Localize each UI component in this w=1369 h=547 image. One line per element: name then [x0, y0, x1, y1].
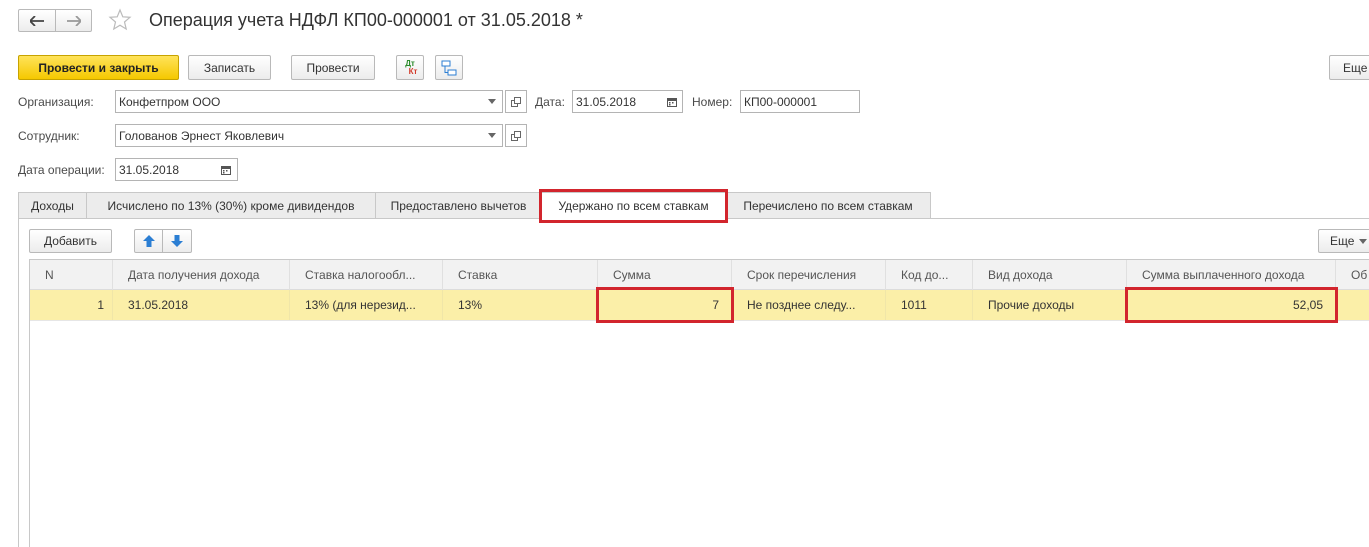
- cell-deadline: Не позднее следу...: [732, 290, 886, 320]
- column-header-deadline[interactable]: Срок перечисления: [732, 260, 886, 290]
- organization-dropdown-button[interactable]: [481, 90, 503, 113]
- more-button[interactable]: Еще: [1329, 55, 1369, 80]
- arrow-down-icon: [171, 235, 183, 247]
- employee-label: Сотрудник:: [18, 129, 80, 143]
- arrow-up-icon: [142, 235, 155, 247]
- date-label: Дата:: [535, 95, 565, 109]
- kt-icon-label: Кт: [408, 66, 418, 76]
- structure-button[interactable]: [435, 55, 463, 80]
- post-and-close-button[interactable]: Провести и закрыть: [18, 55, 179, 80]
- table-more-label: Еще: [1330, 234, 1355, 248]
- cell-n: 1: [30, 290, 113, 320]
- operation-date-label: Дата операции:: [18, 163, 105, 177]
- organization-label: Организация:: [18, 95, 94, 109]
- column-header-rate[interactable]: Ставка: [443, 260, 598, 290]
- more-button-label: Еще: [1343, 60, 1368, 75]
- move-down-button[interactable]: [162, 229, 192, 253]
- cell-tax-rate-type: 13% (для нерезид...: [290, 290, 443, 320]
- operation-date-value: 31.05.2018: [119, 162, 180, 177]
- open-form-icon: [511, 96, 521, 107]
- tab-deductions[interactable]: Предоставлено вычетов: [375, 192, 542, 218]
- tab-transferred[interactable]: Перечислено по всем ставкам: [725, 192, 931, 218]
- employee-dropdown-button[interactable]: [481, 124, 503, 147]
- save-button[interactable]: Записать: [188, 55, 271, 80]
- column-header-income-type[interactable]: Вид дохода: [973, 260, 1127, 290]
- forward-button[interactable]: [55, 9, 92, 32]
- organization-field[interactable]: Конфетпром ООО: [115, 90, 482, 113]
- add-button[interactable]: Добавить: [29, 229, 112, 253]
- column-header-income-date[interactable]: Дата получения дохода: [113, 260, 290, 290]
- operation-date-field[interactable]: 31.05.2018: [115, 158, 216, 181]
- organization-value: Конфетпром ООО: [119, 94, 221, 109]
- employee-field[interactable]: Голованов Эрнест Яковлевич: [115, 124, 482, 147]
- date-value: 31.05.2018: [576, 94, 637, 109]
- number-value: КП00-000001: [744, 94, 818, 109]
- post-button[interactable]: Провести: [291, 55, 375, 80]
- back-button[interactable]: [18, 9, 56, 32]
- column-header-sum[interactable]: Сумма: [598, 260, 732, 290]
- move-up-button[interactable]: [134, 229, 163, 253]
- tab-withheld[interactable]: Удержано по всем ставкам: [541, 192, 726, 219]
- page-title: Операция учета НДФЛ КП00-000001 от 31.05…: [149, 10, 583, 30]
- calendar-icon: [221, 165, 231, 175]
- chevron-down-icon: [487, 99, 496, 104]
- employee-value: Голованов Эрнест Яковлевич: [119, 128, 285, 143]
- cell-rate: 13%: [443, 290, 598, 320]
- operation-date-calendar-button[interactable]: [215, 158, 238, 181]
- cell-income-type: Прочие доходы: [973, 290, 1127, 320]
- dt-kt-button[interactable]: Дт Кт: [396, 55, 424, 80]
- employee-open-button[interactable]: [505, 124, 527, 147]
- column-header-paid-income[interactable]: Сумма выплаченного дохода: [1127, 260, 1336, 290]
- open-form-icon: [511, 130, 521, 141]
- cell-sum: 7: [598, 290, 732, 320]
- hierarchy-icon: [441, 60, 457, 75]
- favorite-star-icon[interactable]: [108, 8, 132, 32]
- tab-calculated[interactable]: Исчислено по 13% (30%) кроме дивидендов: [86, 192, 376, 218]
- chevron-down-icon: [487, 133, 496, 138]
- column-header-income-code[interactable]: Код до...: [886, 260, 973, 290]
- date-calendar-button[interactable]: [661, 90, 683, 113]
- arrow-left-icon: [30, 15, 44, 26]
- cell-paid-income: 52,05: [1127, 290, 1336, 320]
- column-header-tax-rate-type[interactable]: Ставка налогообл...: [290, 260, 443, 290]
- organization-open-button[interactable]: [505, 90, 527, 113]
- cell-income-code: 1011: [886, 290, 973, 320]
- column-header-n[interactable]: N: [30, 260, 113, 290]
- calendar-icon: [666, 97, 677, 107]
- cell-income-date: 31.05.2018: [113, 290, 290, 320]
- number-field[interactable]: КП00-000001: [740, 90, 860, 113]
- tab-income[interactable]: Доходы: [18, 192, 87, 218]
- arrow-right-icon: [66, 15, 81, 26]
- chevron-down-icon: [1359, 238, 1368, 244]
- number-label: Номер:: [692, 95, 733, 109]
- column-header-extra[interactable]: Об: [1336, 260, 1369, 290]
- table-more-button[interactable]: Еще: [1318, 229, 1369, 253]
- row-divider: [30, 320, 1369, 321]
- date-field[interactable]: 31.05.2018: [572, 90, 662, 113]
